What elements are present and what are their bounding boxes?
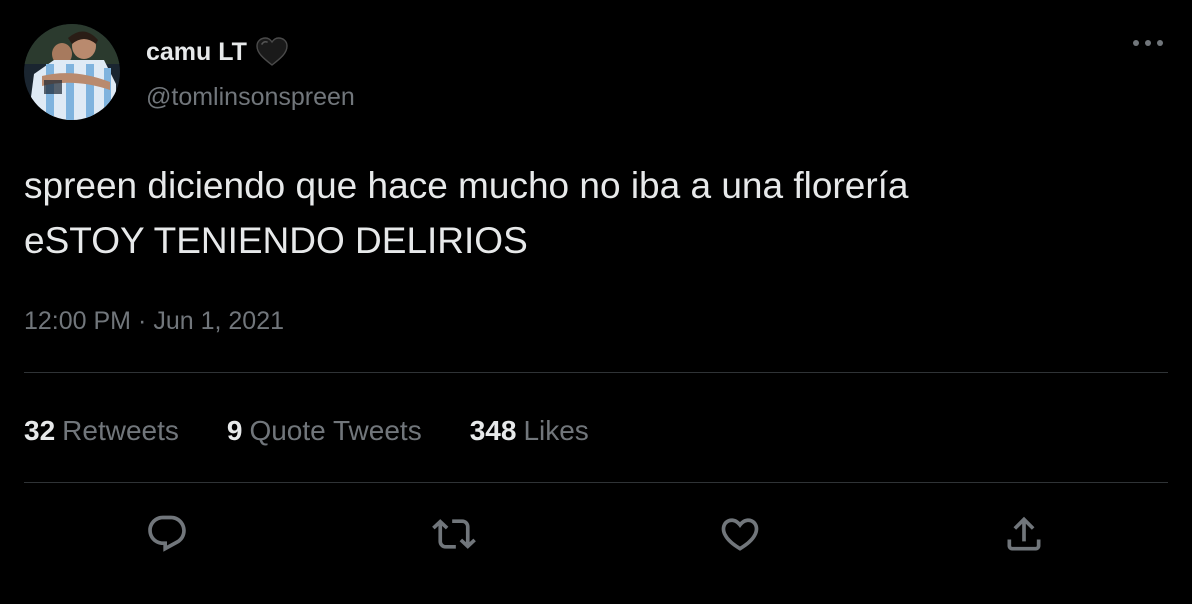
avatar-image bbox=[24, 24, 120, 120]
more-icon bbox=[1133, 40, 1163, 46]
reply-button[interactable] bbox=[143, 510, 191, 558]
quote-tweets-count: 9 bbox=[226, 415, 243, 446]
like-icon bbox=[721, 518, 759, 551]
like-button[interactable] bbox=[716, 510, 764, 558]
likes-label: Likes bbox=[523, 415, 589, 446]
tweet-time: 12:00 PM bbox=[24, 307, 132, 335]
engagement-stats: 32 Retweets 9 Quote Tweets 348 Likes bbox=[24, 413, 637, 449]
retweets-stat[interactable]: 32 Retweets bbox=[24, 413, 179, 449]
quote-tweets-label: Quote Tweets bbox=[249, 415, 422, 446]
tweet-date: Jun 1, 2021 bbox=[153, 307, 285, 335]
retweets-label: Retweets bbox=[62, 415, 179, 446]
reply-icon bbox=[148, 515, 186, 552]
share-icon bbox=[1007, 516, 1041, 551]
retweets-count: 32 bbox=[24, 415, 56, 446]
more-options-button[interactable] bbox=[1128, 28, 1168, 58]
share-button[interactable] bbox=[1000, 510, 1048, 558]
retweet-button[interactable] bbox=[430, 510, 478, 558]
divider bbox=[24, 482, 1168, 483]
tweet-timestamp[interactable]: 12:00 PM · Jun 1, 2021 bbox=[24, 303, 284, 339]
likes-count: 348 bbox=[469, 415, 517, 446]
display-name-text: camu LT bbox=[146, 38, 247, 66]
tweet-detail: camu LT @tomlinsonspreen spreen diciendo… bbox=[0, 0, 1192, 604]
divider bbox=[24, 372, 1168, 373]
quote-tweets-stat[interactable]: 9 Quote Tweets bbox=[227, 413, 422, 449]
avatar[interactable] bbox=[24, 24, 120, 120]
tweet-text: spreen diciendo que hace mucho no iba a … bbox=[24, 165, 909, 261]
retweet-icon bbox=[432, 519, 476, 549]
display-name[interactable]: camu LT bbox=[146, 34, 289, 70]
black-heart-icon bbox=[255, 35, 289, 69]
timestamp-separator: · bbox=[138, 307, 147, 335]
likes-stat[interactable]: 348 Likes bbox=[470, 413, 589, 449]
user-handle[interactable]: @tomlinsonspreen bbox=[146, 79, 355, 115]
